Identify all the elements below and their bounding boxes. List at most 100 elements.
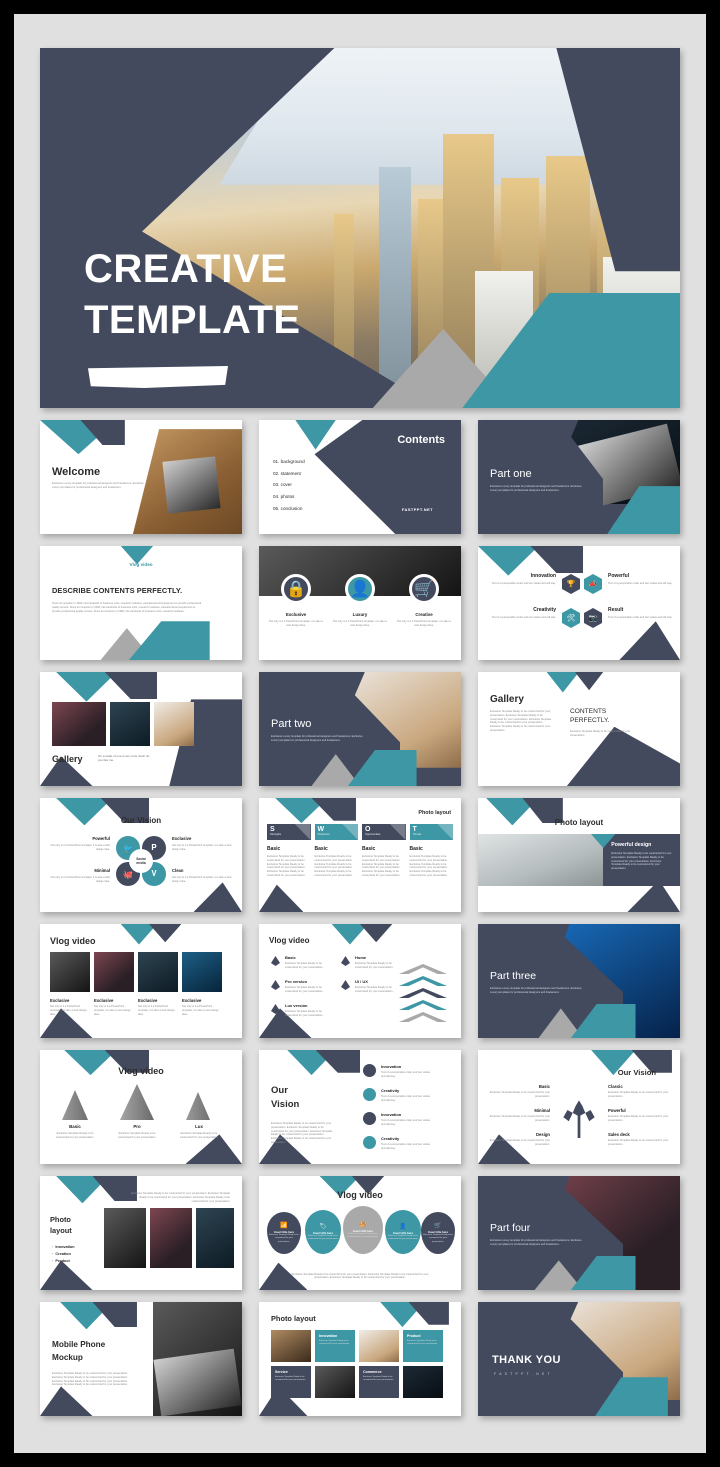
item-label: Basic [538, 1084, 550, 1089]
grid-tile[interactable] [315, 1366, 355, 1398]
dark-corner [408, 1302, 449, 1325]
tools-icon[interactable]: 🛠 [562, 608, 580, 628]
slide-kicker: Vlog video [129, 562, 153, 567]
camera-icon[interactable]: 📷 [584, 608, 602, 628]
slide-contents[interactable]: Contents 01. background 02. statement 03… [259, 420, 461, 534]
slide-hexagons[interactable]: 🏆 📣 🛠 📷 Innovation Text of a perspicable… [478, 546, 680, 660]
swot-header-o[interactable]: O Opportunities [362, 824, 406, 840]
slide-photo-plant[interactable]: Photo layout Powerful design Exclusive T… [478, 798, 680, 912]
slide-vision-tree[interactable]: Our Vision Basic Exclusive Template Read… [478, 1050, 680, 1164]
part-three-text: Part three Exclusive Luxury template for… [490, 970, 582, 995]
photo-tile[interactable] [196, 1208, 234, 1268]
swot-letter: S [270, 826, 275, 833]
arrow-item: Lux version Exclusive Template Ready to … [285, 1003, 327, 1018]
grid-tile[interactable] [359, 1330, 399, 1362]
list-item[interactable]: 03. cover [273, 479, 305, 491]
slide-vlog-arrows[interactable]: Vlog video Basic Exclusive Template Read… [259, 924, 461, 1038]
body-text: Exclusive Template Ready to be customize… [570, 730, 631, 737]
slide-part-one[interactable]: Part one Exclusive Luxury template for p… [478, 420, 680, 534]
slide-title: Our Vision [617, 1068, 656, 1077]
slide-circles[interactable]: 🔒 👤 🛒 Exclusive Not only is it a PowerPo… [259, 546, 461, 660]
rocket-icon[interactable]: 📣 [584, 574, 602, 594]
lock-icon[interactable]: 🔒 [281, 574, 311, 604]
swot-header-t[interactable]: T Threats [409, 824, 453, 840]
list-item[interactable]: 04. photos [273, 491, 305, 503]
bubble-5[interactable]: 🛒 Insert title here Exclusive Template R… [421, 1212, 455, 1254]
cart-icon[interactable]: 🛒 [409, 574, 439, 604]
grid-tile[interactable]: Service Exclusive Template Ready to be c… [271, 1366, 311, 1398]
slide-part-four[interactable]: Part four Exclusive Luxury template for … [478, 1176, 680, 1290]
vlog-photo[interactable] [138, 952, 178, 992]
slide-vision-social[interactable]: Our Vision 🐦 𝐏 🐙 𝐕 Social media Powerful… [40, 798, 242, 912]
slide-row-1: Welcome Exclusive Luxury template for pr… [40, 420, 680, 534]
laptop-photo [162, 456, 221, 514]
photo-tile[interactable] [150, 1208, 192, 1268]
vlog-caption: Exclusive Not only is it a PowerPoint te… [50, 998, 90, 1016]
hero-slide[interactable]: CREATIVE TEMPLATE [40, 48, 680, 408]
slide-row-4: Our Vision 🐦 𝐏 🐙 𝐕 Social media Powerful… [40, 798, 680, 912]
slide-title: Gallery [52, 754, 83, 764]
slide-row-2: Vlog video DESCRIBE CONTENTS PERFECTLY. … [40, 546, 680, 660]
diamond-icon [341, 956, 350, 966]
hero-title-line1: CREATIVE [84, 247, 288, 291]
slide-part-three[interactable]: Part three Exclusive Luxury template for… [478, 924, 680, 1038]
petal-caption: Exclusive Not only is it a PowerPoint te… [172, 836, 234, 852]
body-text: Exclusive Luxury template for profession… [271, 735, 363, 742]
bubble-2[interactable]: 🏷 Insert title here Exclusive Template R… [305, 1210, 341, 1254]
slide-swot[interactable]: Photo layout S Strengths W Weakness O Op… [259, 798, 461, 912]
item-desc: Exclusive Template Ready to be customize… [608, 1139, 669, 1146]
center-line2: media [136, 861, 146, 865]
bubble-footer: Exclusive Template Ready to be customize… [291, 1272, 429, 1280]
slide-vlog-cones[interactable]: Vlog video Basic Exclusive Template Read… [40, 1050, 242, 1164]
photo-tile[interactable] [104, 1208, 146, 1268]
item-label: Result [608, 607, 624, 613]
dot-item: Innovation Text of a perspicable under a… [381, 1112, 433, 1127]
trophy-icon[interactable]: 🏆 [562, 574, 580, 594]
bubble-3[interactable]: 🧺 Insert title here Exclusive Template R… [343, 1206, 383, 1254]
slide-thank-you[interactable]: THANK YOU F A S T P P T . N E T [478, 1302, 680, 1416]
chevron-stack [399, 988, 447, 998]
list-item[interactable]: 05. conclusion [273, 503, 305, 515]
slide-describe[interactable]: Vlog video DESCRIBE CONTENTS PERFECTLY. … [40, 546, 242, 660]
tree-item: Design Exclusive Template Ready to be cu… [486, 1132, 550, 1147]
item-desc: Exclusive Template Ready to be customize… [608, 1115, 669, 1122]
gallery-photo[interactable] [110, 702, 150, 746]
dark-notch [149, 924, 182, 943]
vlog-photo[interactable] [94, 952, 134, 992]
gallery-photo[interactable] [52, 702, 106, 746]
gallery-photo[interactable] [154, 702, 194, 746]
swot-word: Strengths [270, 833, 282, 836]
teal-corner [56, 672, 117, 702]
grid-tile[interactable]: Product Exclusive Template Ready to be c… [403, 1330, 443, 1362]
circle-caption: Exclusive Not only is it a PowerPoint te… [267, 612, 325, 628]
vlog-photo[interactable] [182, 952, 222, 992]
grid-tile[interactable] [271, 1330, 311, 1362]
item-desc: Not only is it a PowerPoint template, it… [94, 1005, 131, 1016]
bubble-1[interactable]: 📶 Insert title here Exclusive Template R… [267, 1212, 301, 1254]
vlog-photo[interactable] [50, 952, 90, 992]
slide-part-two[interactable]: Part two Exclusive Luxury template for p… [259, 672, 461, 786]
list-item[interactable]: 01. background [273, 456, 305, 468]
grid-tile[interactable]: Commerce Exclusive Template Ready to be … [359, 1366, 399, 1398]
bubble-4[interactable]: 👤 Insert title here Exclusive Template R… [385, 1210, 421, 1254]
slide-welcome[interactable]: Welcome Exclusive Luxury template for pr… [40, 420, 242, 534]
grid-tile[interactable]: Innovation Exclusive Template Ready to b… [315, 1330, 355, 1362]
swot-header-s[interactable]: S Strengths [267, 824, 311, 840]
slide-mobile-mockup[interactable]: Mobile Phone Mockup Exclusive Template R… [40, 1302, 242, 1416]
slide-vision-dots[interactable]: Our Vision Exclusive Template Ready to b… [259, 1050, 461, 1164]
list-item[interactable]: 02. statement [273, 468, 305, 480]
arrow-item: Home Exclusive Template Ready to be cust… [355, 955, 397, 970]
slide-vlog-grid[interactable]: Vlog video Exclusive Not only is it a Po… [40, 924, 242, 1038]
slide-title: Photo layout [418, 810, 451, 816]
slide-vlog-bubbles[interactable]: Vlog video 📶 Insert title here Exclusive… [259, 1176, 461, 1290]
grid-tile[interactable] [403, 1366, 443, 1398]
item-desc: Exclusive Template Ready to be customize… [285, 962, 324, 969]
swot-header-w[interactable]: W Weakness [314, 824, 358, 840]
slide-photo-grid[interactable]: Photo layout Innovation Exclusive Templa… [259, 1302, 461, 1416]
slide-gallery-b[interactable]: Gallery Exclusive Template Ready to be c… [478, 672, 680, 786]
user-add-icon[interactable]: 👤 [345, 574, 375, 604]
slide-gallery-a[interactable]: Gallery On a scale of one to ten, how mu… [40, 672, 242, 786]
slide-photo-bullets[interactable]: Exclusive Template Ready to be customize… [40, 1176, 242, 1290]
body-text: Exclusive Luxury template for profession… [490, 987, 582, 994]
body-text: Exclusive Template Ready to be customize… [490, 710, 552, 732]
